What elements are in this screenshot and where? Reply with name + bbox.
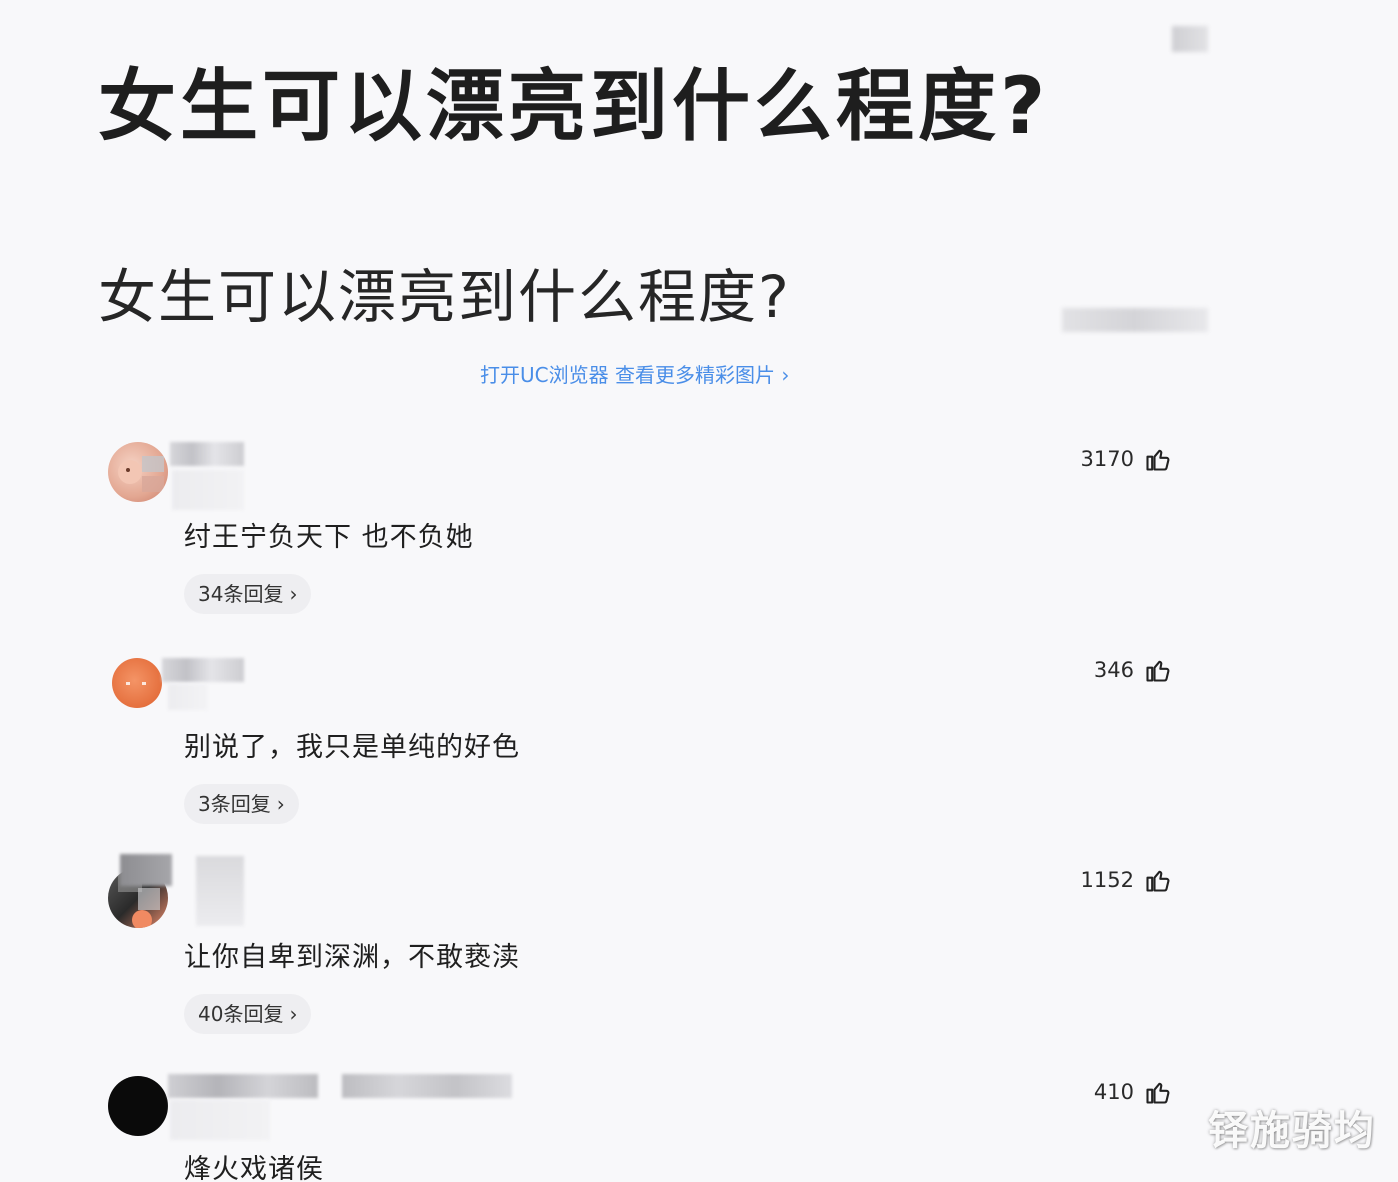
redacted-source-block [1062, 308, 1208, 332]
like-count-value: 346 [1093, 658, 1134, 682]
reply-count: 34条回复 [198, 582, 284, 606]
reply-count: 3条回复 [198, 792, 271, 816]
chevron-right-icon: › [289, 1002, 298, 1026]
thumbs-up-icon[interactable] [1144, 1078, 1172, 1106]
like-count[interactable]: 346 [1094, 656, 1172, 684]
thumbs-up-icon[interactable] [1144, 445, 1172, 473]
open-uc-browser-link[interactable]: 打开UC浏览器 查看更多精彩图片 › [480, 360, 789, 390]
post-subtitle: 女生可以漂亮到什么程度? [98, 263, 791, 331]
like-count-value: 410 [1093, 1080, 1134, 1104]
avatar-face-icon [118, 456, 164, 492]
like-count[interactable]: 410 [1094, 1078, 1172, 1106]
avatar[interactable] [112, 658, 162, 708]
post-title: 女生可以漂亮到什么程度? [98, 62, 1050, 152]
chevron-right-icon: › [289, 582, 298, 606]
view-replies-button[interactable]: 34条回复 › [184, 574, 312, 614]
redacted-header-block [1172, 26, 1208, 52]
comment-item: 3170 纣王宁负天下 也不负她 34条回复 › [0, 430, 1398, 630]
comment-text: 别说了，我只是单纯的好色 [184, 732, 520, 763]
username-redacted [170, 1100, 270, 1140]
username-redacted [196, 856, 244, 926]
chevron-right-icon: › [276, 792, 285, 816]
watermark: 铎施骑均 [1208, 1108, 1376, 1154]
view-replies-button[interactable]: 40条回复 › [184, 994, 312, 1034]
like-count[interactable]: 1152 [1081, 866, 1172, 894]
avatar[interactable] [108, 1076, 168, 1136]
username-redacted [162, 658, 244, 682]
post-page: 女生可以漂亮到什么程度? 女生可以漂亮到什么程度? 打开UC浏览器 查看更多精彩… [0, 0, 1398, 1182]
comment-item: 1152 让你自卑到深渊，不敢亵渎 40条回复 › [0, 850, 1398, 1050]
comment-item: 346 别说了，我只是单纯的好色 3条回复 › [0, 640, 1398, 840]
comment-item: 410 烽火戏诸侯 [0, 1062, 1398, 1182]
username-redacted [120, 854, 172, 886]
username-redacted [172, 470, 244, 510]
view-replies-button[interactable]: 3条回复 › [184, 784, 299, 824]
like-count-value: 3170 [1080, 447, 1134, 471]
avatar-face-icon [126, 682, 146, 685]
comment-text: 烽火戏诸侯 [184, 1154, 324, 1182]
comment-text: 让你自卑到深渊，不敢亵渎 [184, 942, 520, 973]
username-redacted [170, 442, 244, 466]
username-redacted [168, 684, 208, 710]
like-count-value: 1152 [1080, 868, 1134, 892]
comment-text: 纣王宁负天下 也不负她 [184, 522, 474, 553]
reply-count: 40条回复 [198, 1002, 284, 1026]
avatar[interactable] [108, 442, 168, 502]
like-count[interactable]: 3170 [1081, 445, 1172, 473]
username-redacted [168, 1074, 318, 1098]
thumbs-up-icon[interactable] [1144, 866, 1172, 894]
username-redacted [342, 1074, 512, 1098]
thumbs-up-icon[interactable] [1144, 656, 1172, 684]
